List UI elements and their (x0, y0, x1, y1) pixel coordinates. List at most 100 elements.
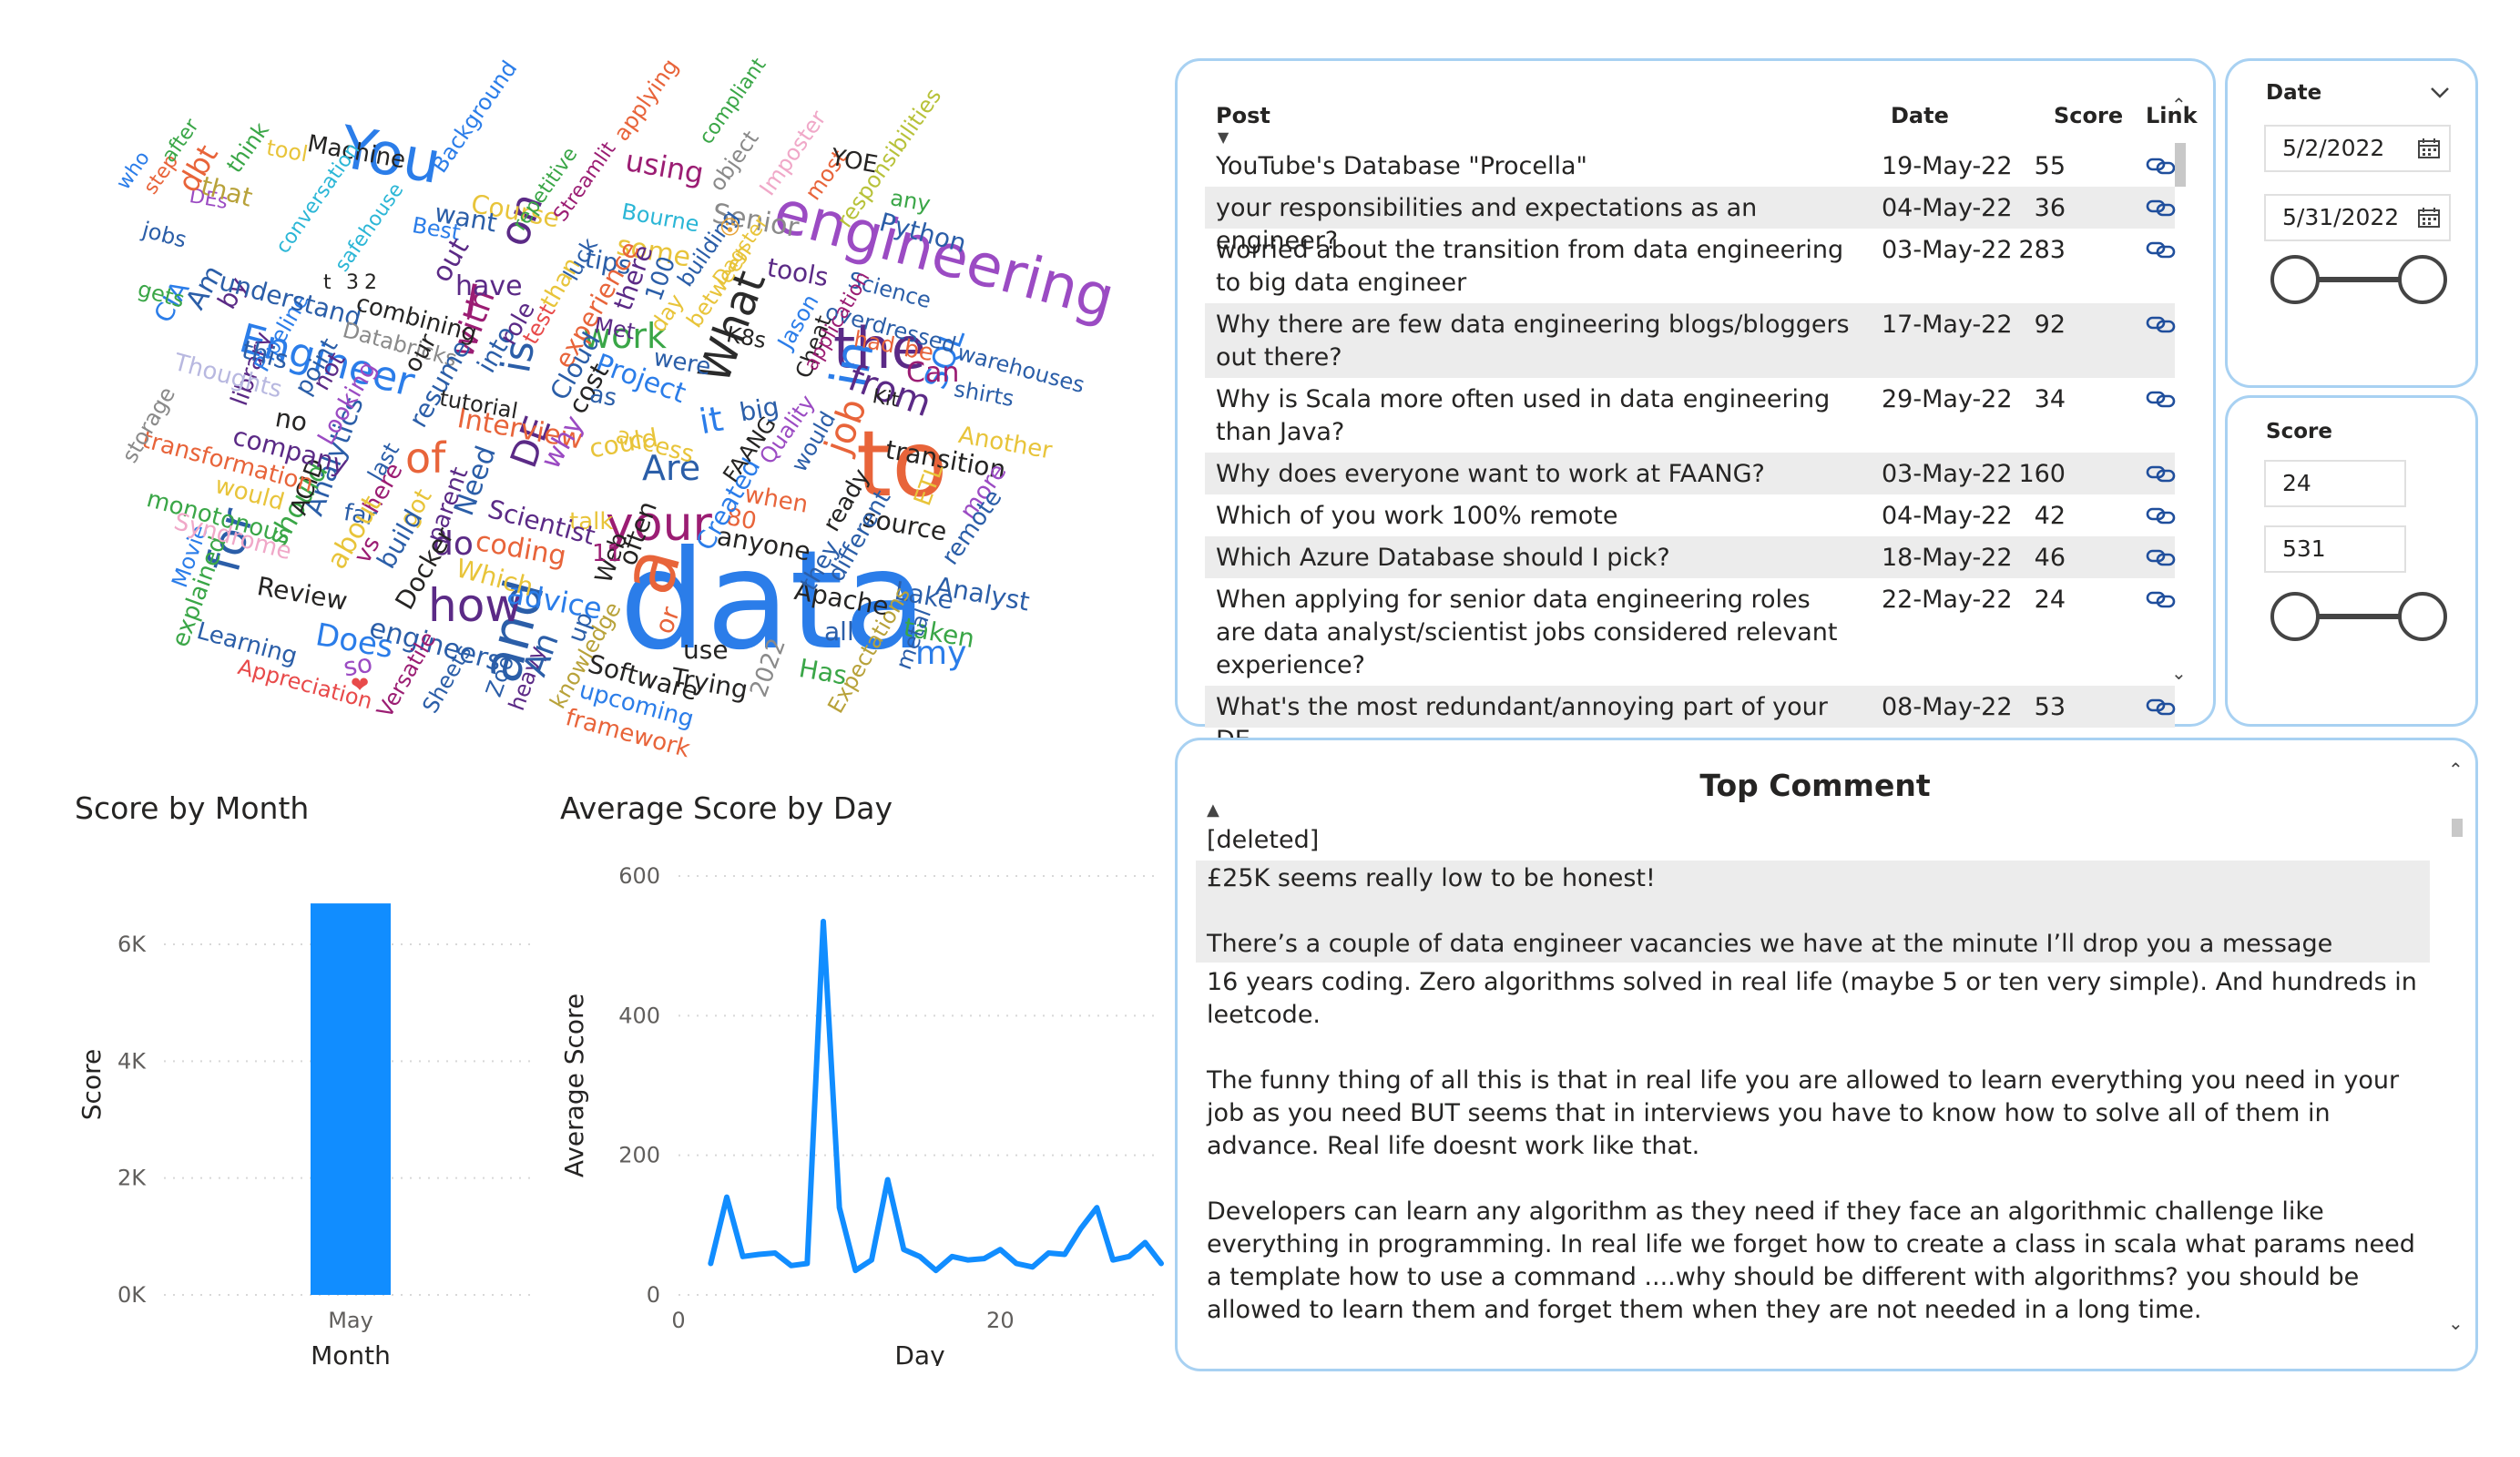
comment-scroll-thumb[interactable] (2452, 819, 2463, 837)
word-cloud-word: big (737, 391, 781, 428)
average-score-by-day-title: Average Score by Day (560, 790, 893, 826)
post-title-cell: Which Azure Database should I pick? (1216, 544, 1670, 572)
table-row[interactable]: Which Azure Database should I pick? 18-Ma… (1205, 536, 2177, 578)
start-date-input[interactable]: 5/2/2022 (2264, 125, 2451, 172)
column-header-score[interactable]: Score (2054, 103, 2123, 128)
post-date-cell: 18-May-22 (1882, 544, 2013, 572)
chevron-down-icon[interactable] (2430, 87, 2450, 99)
data-point-day-19 (982, 1257, 986, 1261)
y-tick-label: 0 (647, 1282, 660, 1308)
date-slider-end-handle[interactable] (2398, 255, 2447, 304)
date-slider-start-handle[interactable] (2270, 255, 2320, 304)
link-icon[interactable] (2146, 238, 2177, 261)
word-cloud-word: tools (764, 252, 831, 293)
word-cloud-word: shirts (952, 376, 1016, 413)
data-point-day-18 (966, 1258, 970, 1262)
word-cloud-word: of (405, 433, 446, 483)
word-cloud-word: tool (264, 135, 311, 168)
word-cloud-word: jobs (139, 217, 189, 253)
calendar-icon[interactable] (2418, 208, 2440, 228)
data-point-day-30 (1159, 1261, 1163, 1266)
scroll-down-icon[interactable]: ⌄ (2171, 662, 2187, 684)
post-score-cell: 36 (2034, 194, 2066, 222)
word-cloud: data to engineering the You a your and how in Engi… (91, 54, 1148, 763)
post-score-cell: 46 (2034, 544, 2066, 572)
top-comment-header[interactable]: Top Comment (1178, 768, 2453, 803)
word-cloud-word: 😮 (719, 217, 740, 239)
comment-row: [deleted] (1207, 826, 1320, 854)
data-point-day-27 (1111, 1258, 1115, 1262)
column-header-post[interactable]: Post (1216, 103, 1270, 128)
word-cloud-word: it (696, 398, 727, 443)
y-tick-label: 200 (618, 1143, 660, 1168)
link-icon[interactable] (2146, 154, 2177, 178)
link-icon[interactable] (2146, 462, 2177, 485)
post-date-cell: 04-May-22 (1882, 502, 2013, 530)
bar-may (311, 903, 391, 1295)
link-icon[interactable] (2146, 504, 2177, 527)
word-cloud-word: Can (906, 357, 960, 389)
comment-row: 16 years coding. Zero algorithms solved … (1207, 968, 2417, 1324)
table-row[interactable]: Why there are few data engineering blogs… (1205, 303, 2177, 378)
table-row[interactable]: Which of you work 100% remote 04-May-22 42 (1205, 494, 2177, 536)
y-tick-label: 600 (618, 863, 660, 889)
score-range-slider[interactable] (2270, 591, 2448, 642)
score-min-input[interactable]: 24 (2264, 460, 2406, 507)
score-slicer-card: Score 24 531 (2225, 395, 2478, 727)
score-by-month-title: Score by Month (75, 790, 310, 826)
link-icon[interactable] (2146, 587, 2177, 611)
data-point-day-3 (725, 1195, 729, 1199)
score-slider-min-handle[interactable] (2270, 592, 2320, 641)
link-icon[interactable] (2146, 387, 2177, 411)
data-point-day-2 (709, 1261, 713, 1266)
table-row[interactable]: When applying for senior data engineerin… (1205, 578, 2177, 686)
posts-scroll-thumb[interactable] (2175, 143, 2186, 187)
post-title-cell: Why there are few data engineering blogs… (1216, 311, 1850, 372)
word-cloud-word: 3 (346, 271, 359, 294)
comment-scrollbar[interactable]: ⌃ ⌄ (2448, 759, 2464, 1341)
word-cloud-word: any (888, 185, 933, 218)
end-date-value: 5/31/2022 (2282, 204, 2400, 230)
start-date-value: 5/2/2022 (2282, 135, 2385, 161)
table-row[interactable]: Why is Scala more often used in data eng… (1205, 378, 2177, 453)
table-row[interactable]: Why does everyone want to work at FAANG?… (1205, 453, 2177, 494)
post-score-cell: 34 (2034, 385, 2066, 413)
scroll-up-icon[interactable]: ⌃ (2448, 759, 2464, 780)
word-cloud-word: Review (254, 571, 350, 616)
x-tick-label: 20 (986, 1308, 1015, 1333)
y-tick-label: 400 (618, 1003, 660, 1028)
y-tick-label: 2K (117, 1166, 147, 1191)
word-cloud-word: all (824, 616, 854, 647)
table-row[interactable]: YouTube's Database "Procella" 19-May-22 55 (1205, 145, 2177, 187)
average-score-by-day-chart: 0 200 400 600 0 20 Day Average Score (559, 863, 1164, 1366)
date-range-slider[interactable] (2270, 254, 2448, 305)
score-max-input[interactable]: 531 (2264, 525, 2406, 573)
end-date-input[interactable]: 5/31/2022 (2264, 194, 2451, 241)
word-cloud-word: use (683, 635, 729, 665)
score-by-month-chart: 0K 2K 4K 6K May Month Score (77, 903, 537, 1366)
post-date-cell: 29-May-22 (1882, 385, 2013, 413)
posts-scrollbar[interactable]: ⌃ ⌄ (2171, 94, 2187, 708)
x-axis-label: Day (894, 1340, 944, 1366)
link-icon[interactable] (2146, 196, 2177, 219)
table-row[interactable]: What's the most redundant/annoying part … (1205, 686, 2177, 754)
word-cloud-word: think (221, 117, 274, 178)
calendar-icon[interactable] (2418, 138, 2440, 158)
scroll-down-icon[interactable]: ⌄ (2448, 1312, 2464, 1334)
y-tick-label: 6K (117, 932, 147, 957)
link-icon[interactable] (2146, 545, 2177, 569)
y-axis-label: Score (77, 1049, 107, 1120)
comment-row: £25K seems really low to be honest! Ther… (1196, 861, 2430, 963)
table-row[interactable]: worried about the transition from data e… (1205, 229, 2177, 303)
sort-descending-icon[interactable]: ▼ (1218, 128, 1229, 146)
sort-ascending-icon[interactable]: ▲ (1207, 800, 1219, 820)
data-point-day-4 (740, 1254, 745, 1258)
scroll-up-icon[interactable]: ⌃ (2171, 94, 2187, 116)
data-point-day-22 (1030, 1265, 1035, 1269)
link-icon[interactable] (2146, 312, 2177, 336)
column-header-date[interactable]: Date (1891, 103, 1949, 128)
score-slider-max-handle[interactable] (2398, 592, 2447, 641)
link-icon[interactable] (2146, 695, 2177, 718)
post-score-cell: 55 (2034, 152, 2066, 180)
table-row[interactable]: your responsibilities and expectations a… (1205, 187, 2177, 255)
